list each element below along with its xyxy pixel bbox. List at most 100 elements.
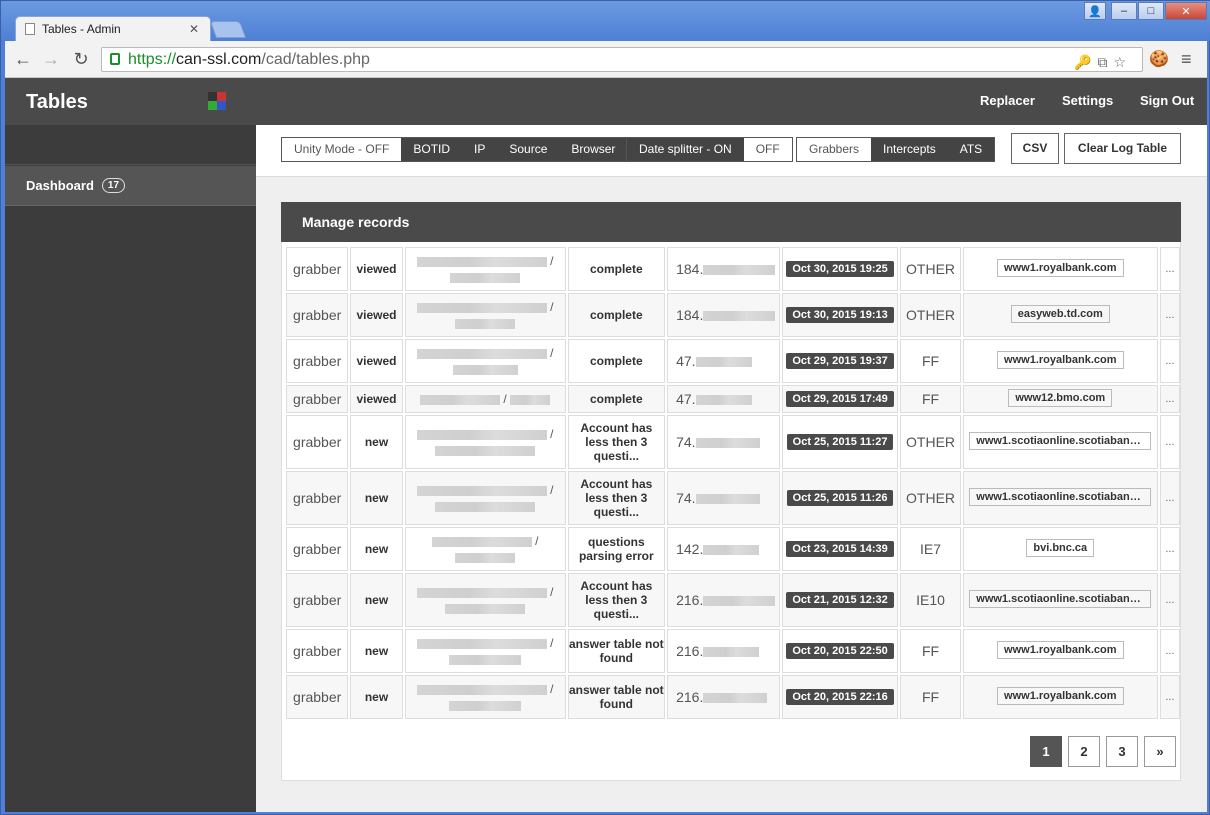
unity-mode-toggle[interactable]: Unity Mode - OFF bbox=[282, 138, 402, 161]
redacted-block bbox=[703, 596, 776, 607]
table-row[interactable]: grabber viewed / complete 184. Oct 30, 2015… bbox=[286, 247, 1180, 291]
row-more-button[interactable]: ... bbox=[1159, 247, 1180, 291]
next-page-button[interactable]: » bbox=[1144, 736, 1176, 767]
host-badge[interactable]: www12.bmo.com bbox=[1008, 388, 1113, 407]
tab-content[interactable]: Tables - Admin bbox=[25, 17, 215, 41]
menu-icon[interactable]: ≡ bbox=[1181, 49, 1192, 70]
minimize-button[interactable]: – bbox=[1111, 2, 1137, 20]
filter-grabbers[interactable]: Grabbers bbox=[797, 138, 872, 161]
row-browser: IE10 bbox=[900, 573, 961, 627]
row-bot-id: / bbox=[404, 573, 566, 627]
row-host: www1.scotiaonline.scotiabank.c... bbox=[962, 415, 1158, 469]
maximize-button[interactable]: □ bbox=[1138, 2, 1164, 20]
redacted-block bbox=[695, 438, 760, 449]
row-type: grabber bbox=[286, 293, 349, 337]
tab-close-icon[interactable]: ✕ bbox=[189, 22, 199, 36]
table-row[interactable]: grabber viewed / complete 47. Oct 29, 2015 … bbox=[286, 385, 1180, 413]
cookie-icon[interactable]: 🍪 bbox=[1149, 49, 1169, 69]
table-row[interactable]: grabber new / answer table not found 216. O… bbox=[286, 629, 1180, 673]
address-bar[interactable]: https://can-ssl.com/cad/tables.php 🔑⧉☆ bbox=[101, 47, 1143, 72]
brand-title[interactable]: Tables bbox=[26, 91, 88, 114]
filter-intercepts[interactable]: Intercepts bbox=[871, 138, 948, 161]
table-row[interactable]: grabber viewed / complete 47. Oct 29, 2015 … bbox=[286, 339, 1180, 383]
row-status: complete bbox=[567, 385, 666, 413]
page-1-button[interactable]: 1 bbox=[1030, 736, 1062, 767]
clear-log-button[interactable]: Clear Log Table bbox=[1064, 133, 1181, 164]
redacted-block bbox=[452, 364, 518, 375]
close-button[interactable]: ✕ bbox=[1165, 2, 1207, 20]
row-more-button[interactable]: ... bbox=[1159, 293, 1180, 337]
csv-button[interactable]: CSV bbox=[1011, 133, 1059, 164]
page-3-button[interactable]: 3 bbox=[1106, 736, 1138, 767]
records-panel: Manage records grabber viewed / complete 1… bbox=[281, 202, 1181, 781]
row-more-button[interactable]: ... bbox=[1159, 527, 1180, 571]
row-more-button[interactable]: ... bbox=[1159, 629, 1180, 673]
forward-icon[interactable]: → bbox=[41, 49, 61, 69]
date-splitter-off[interactable]: OFF bbox=[743, 138, 792, 161]
table-row[interactable]: grabber new / Account has less then 3 que… bbox=[286, 415, 1180, 469]
filter-group-date: Date splitter - ON OFF bbox=[626, 137, 793, 162]
row-date: Oct 21, 2015 12:32 bbox=[781, 573, 899, 627]
table-row[interactable]: grabber new / questions parsing error 142.… bbox=[286, 527, 1180, 571]
row-action: viewed bbox=[350, 293, 403, 337]
table-row[interactable]: grabber new / Account has less then 3 que… bbox=[286, 471, 1180, 525]
date-badge: Oct 20, 2015 22:16 bbox=[786, 689, 894, 705]
host-badge[interactable]: www1.royalbank.com bbox=[997, 640, 1124, 659]
nav-replacer[interactable]: Replacer bbox=[980, 93, 1035, 108]
host-badge[interactable]: bvi.bnc.ca bbox=[1026, 538, 1095, 557]
nav-sign-out[interactable]: Sign Out bbox=[1140, 93, 1194, 108]
reload-icon[interactable]: ↻ bbox=[71, 49, 91, 69]
date-splitter-on[interactable]: Date splitter - ON bbox=[627, 138, 744, 161]
host-badge[interactable]: www1.royalbank.com bbox=[997, 258, 1124, 277]
back-icon[interactable]: ← bbox=[13, 49, 33, 69]
filter-ip[interactable]: IP bbox=[462, 138, 498, 161]
row-action: viewed bbox=[350, 247, 403, 291]
page-2-button[interactable]: 2 bbox=[1068, 736, 1100, 767]
host-badge[interactable]: easyweb.td.com bbox=[1010, 304, 1110, 323]
row-type: grabber bbox=[286, 339, 349, 383]
omnibox-icons[interactable]: 🔑⧉☆ bbox=[1074, 51, 1132, 74]
ip-prefix: 184. bbox=[676, 307, 704, 323]
host-badge[interactable]: www1.scotiaonline.scotiabank.c... bbox=[969, 487, 1152, 506]
host-badge[interactable]: www1.scotiaonline.scotiabank.c... bbox=[969, 589, 1152, 608]
date-badge: Oct 25, 2015 11:27 bbox=[786, 434, 894, 450]
row-host: easyweb.td.com bbox=[962, 293, 1158, 337]
table-row[interactable]: grabber viewed / complete 184. Oct 30, 2015… bbox=[286, 293, 1180, 337]
row-browser: OTHER bbox=[900, 415, 961, 469]
sidebar-item-dashboard[interactable]: Dashboard 17 bbox=[5, 166, 256, 206]
row-bot-id: / bbox=[404, 471, 566, 525]
table-row[interactable]: grabber new / answer table not found 216. O… bbox=[286, 675, 1180, 719]
row-type: grabber bbox=[286, 415, 349, 469]
row-date: Oct 30, 2015 19:13 bbox=[781, 293, 899, 337]
host-badge[interactable]: www1.royalbank.com bbox=[997, 350, 1124, 369]
row-more-button[interactable]: ... bbox=[1159, 573, 1180, 627]
row-action: new bbox=[350, 573, 403, 627]
date-badge: Oct 30, 2015 19:25 bbox=[786, 261, 894, 277]
nav-settings[interactable]: Settings bbox=[1062, 93, 1113, 108]
row-more-button[interactable]: ... bbox=[1159, 385, 1180, 413]
row-host: www1.scotiaonline.scotiabank.c... bbox=[962, 573, 1158, 627]
redacted-block bbox=[416, 256, 547, 267]
filter-source[interactable]: Source bbox=[497, 138, 560, 161]
row-more-button[interactable]: ... bbox=[1159, 675, 1180, 719]
redacted-block bbox=[449, 700, 522, 711]
host-badge[interactable]: www1.royalbank.com bbox=[997, 686, 1124, 705]
host-badge[interactable]: www1.scotiaonline.scotiabank.c... bbox=[969, 431, 1152, 450]
row-more-button[interactable]: ... bbox=[1159, 339, 1180, 383]
filter-browser[interactable]: Browser bbox=[559, 138, 628, 161]
url-scheme: https:// bbox=[128, 51, 177, 68]
date-badge: Oct 29, 2015 17:49 bbox=[786, 391, 894, 407]
filter-ats[interactable]: ATS bbox=[947, 138, 995, 161]
row-bot-id: / bbox=[404, 415, 566, 469]
redacted-block bbox=[703, 311, 776, 322]
row-more-button[interactable]: ... bbox=[1159, 471, 1180, 525]
date-badge: Oct 25, 2015 11:26 bbox=[786, 490, 894, 506]
redacted-block bbox=[416, 638, 547, 649]
row-more-button[interactable]: ... bbox=[1159, 415, 1180, 469]
new-tab-button[interactable] bbox=[209, 21, 247, 38]
row-date: Oct 25, 2015 11:27 bbox=[781, 415, 899, 469]
row-browser: FF bbox=[900, 629, 961, 673]
user-icon[interactable]: 👤 bbox=[1084, 2, 1106, 20]
table-row[interactable]: grabber new / Account has less then 3 que… bbox=[286, 573, 1180, 627]
filter-botid[interactable]: BOTID bbox=[401, 138, 463, 161]
